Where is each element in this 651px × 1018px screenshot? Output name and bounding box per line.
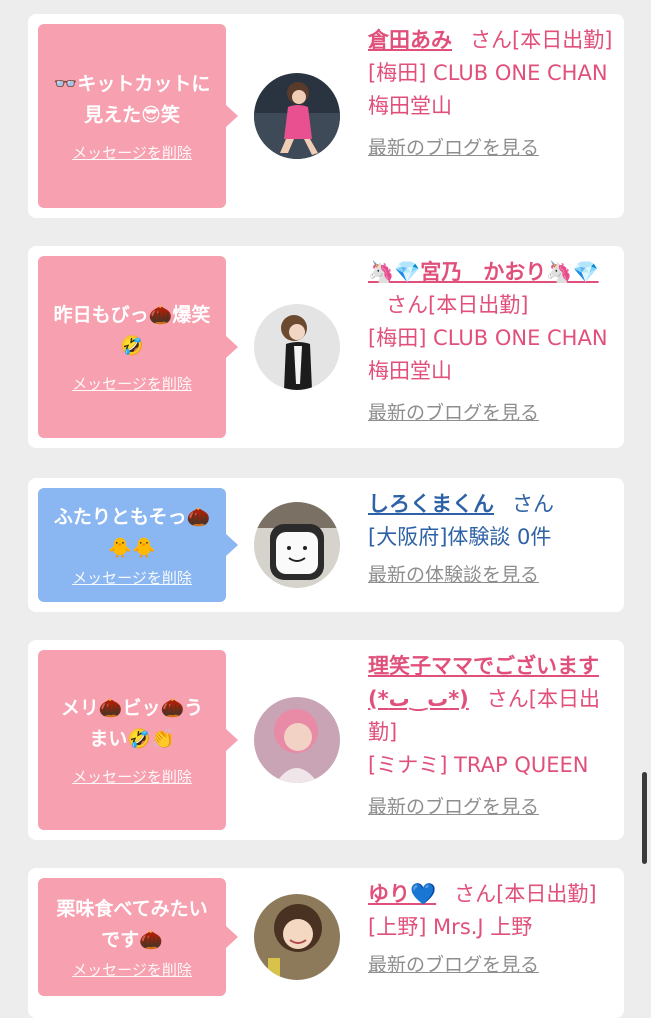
delete-message-link[interactable]: メッセージを削除 xyxy=(72,767,192,787)
name-suffix: さん xyxy=(512,492,554,516)
avatar[interactable] xyxy=(254,697,340,783)
avatar[interactable] xyxy=(254,304,340,390)
profile-name-link[interactable]: 🦄💎宮乃 かおり🦄💎 xyxy=(368,260,599,284)
avatar[interactable] xyxy=(254,894,340,980)
avatar[interactable] xyxy=(254,73,340,159)
favorite-card: 栗味食べてみたい です🌰 メッセージを削除 ゆり💙 さん[本日出勤] [上野] M… xyxy=(28,868,624,1018)
shop-detail: [ミナミ] TRAP QUEEN xyxy=(368,753,589,777)
message-bubble: 栗味食べてみたい です🌰 メッセージを削除 xyxy=(38,878,226,996)
delete-message-link[interactable]: メッセージを削除 xyxy=(72,143,192,163)
favorite-card: ふたりともそっ🌰 🐥🐥 メッセージを削除 しろくまくん さん [大阪府]体験談 0… xyxy=(28,478,624,612)
shop-detail: [梅田] CLUB ONE CHAN 梅田堂山 xyxy=(368,61,608,118)
profile-name-link[interactable]: 倉田あみ xyxy=(368,28,452,52)
delete-message-link[interactable]: メッセージを削除 xyxy=(72,960,192,980)
profile-info: 理笑子ママでございます(*ٮ‿ٮ*) さん[本日出勤] [ミナミ] TRAP QU… xyxy=(368,650,620,820)
message-text: ふたりともそっ🌰 🐥🐥 xyxy=(53,506,211,559)
review-detail: [大阪府]体験談 0件 xyxy=(368,525,552,549)
delete-message-link[interactable]: メッセージを削除 xyxy=(72,568,192,588)
favorite-card: 👓キットカットに 見えた😎笑 メッセージを削除 倉田あみ さん[本日出勤] [梅田… xyxy=(28,14,624,218)
favorite-card: メリ🌰ビッ🌰う まい🤣👏 メッセージを削除 理笑子ママでございます(*ٮ‿ٮ*)… xyxy=(28,640,624,840)
message-text: 昨日もびっ🌰爆笑 🤣 xyxy=(53,304,211,357)
profile-name-link[interactable]: しろくまくん xyxy=(368,492,494,516)
message-text: 栗味食べてみたい です🌰 xyxy=(56,898,208,951)
shop-detail: [梅田] CLUB ONE CHAN 梅田堂山 xyxy=(368,326,608,383)
message-text: 👓キットカットに 見えた😎笑 xyxy=(53,73,211,126)
profile-info: ゆり💙 さん[本日出勤] [上野] Mrs.J 上野 最新のブログを見る xyxy=(368,878,620,978)
scrollbar[interactable] xyxy=(642,772,647,864)
latest-review-link[interactable]: 最新の体験談を見る xyxy=(368,562,620,588)
profile-info: しろくまくん さん [大阪府]体験談 0件 最新の体験談を見る xyxy=(368,488,620,588)
message-text: メリ🌰ビッ🌰う まい🤣👏 xyxy=(60,697,204,750)
profile-info: 🦄💎宮乃 かおり🦄💎 さん[本日出勤] [梅田] CLUB ONE CHAN 梅田… xyxy=(368,256,620,426)
latest-blog-link[interactable]: 最新のブログを見る xyxy=(368,794,620,820)
message-bubble: メリ🌰ビッ🌰う まい🤣👏 メッセージを削除 xyxy=(38,650,226,830)
shop-detail: [上野] Mrs.J 上野 xyxy=(368,915,533,939)
avatar[interactable] xyxy=(254,502,340,588)
favorite-card: 昨日もびっ🌰爆笑 🤣 メッセージを削除 🦄💎宮乃 かおり🦄💎 さん[本日出勤] [… xyxy=(28,246,624,448)
message-bubble: 👓キットカットに 見えた😎笑 メッセージを削除 xyxy=(38,24,226,208)
profile-name-link[interactable]: ゆり💙 xyxy=(368,882,436,906)
delete-message-link[interactable]: メッセージを削除 xyxy=(72,374,192,394)
latest-blog-link[interactable]: 最新のブログを見る xyxy=(368,135,620,161)
latest-blog-link[interactable]: 最新のブログを見る xyxy=(368,400,620,426)
latest-blog-link[interactable]: 最新のブログを見る xyxy=(368,952,620,978)
name-suffix: さん[本日出勤] xyxy=(386,293,529,317)
message-bubble: ふたりともそっ🌰 🐥🐥 メッセージを削除 xyxy=(38,488,226,602)
name-suffix: さん[本日出勤] xyxy=(454,882,597,906)
profile-info: 倉田あみ さん[本日出勤] [梅田] CLUB ONE CHAN 梅田堂山 最新の… xyxy=(368,24,620,161)
name-suffix: さん[本日出勤] xyxy=(470,28,613,52)
message-bubble: 昨日もびっ🌰爆笑 🤣 メッセージを削除 xyxy=(38,256,226,438)
